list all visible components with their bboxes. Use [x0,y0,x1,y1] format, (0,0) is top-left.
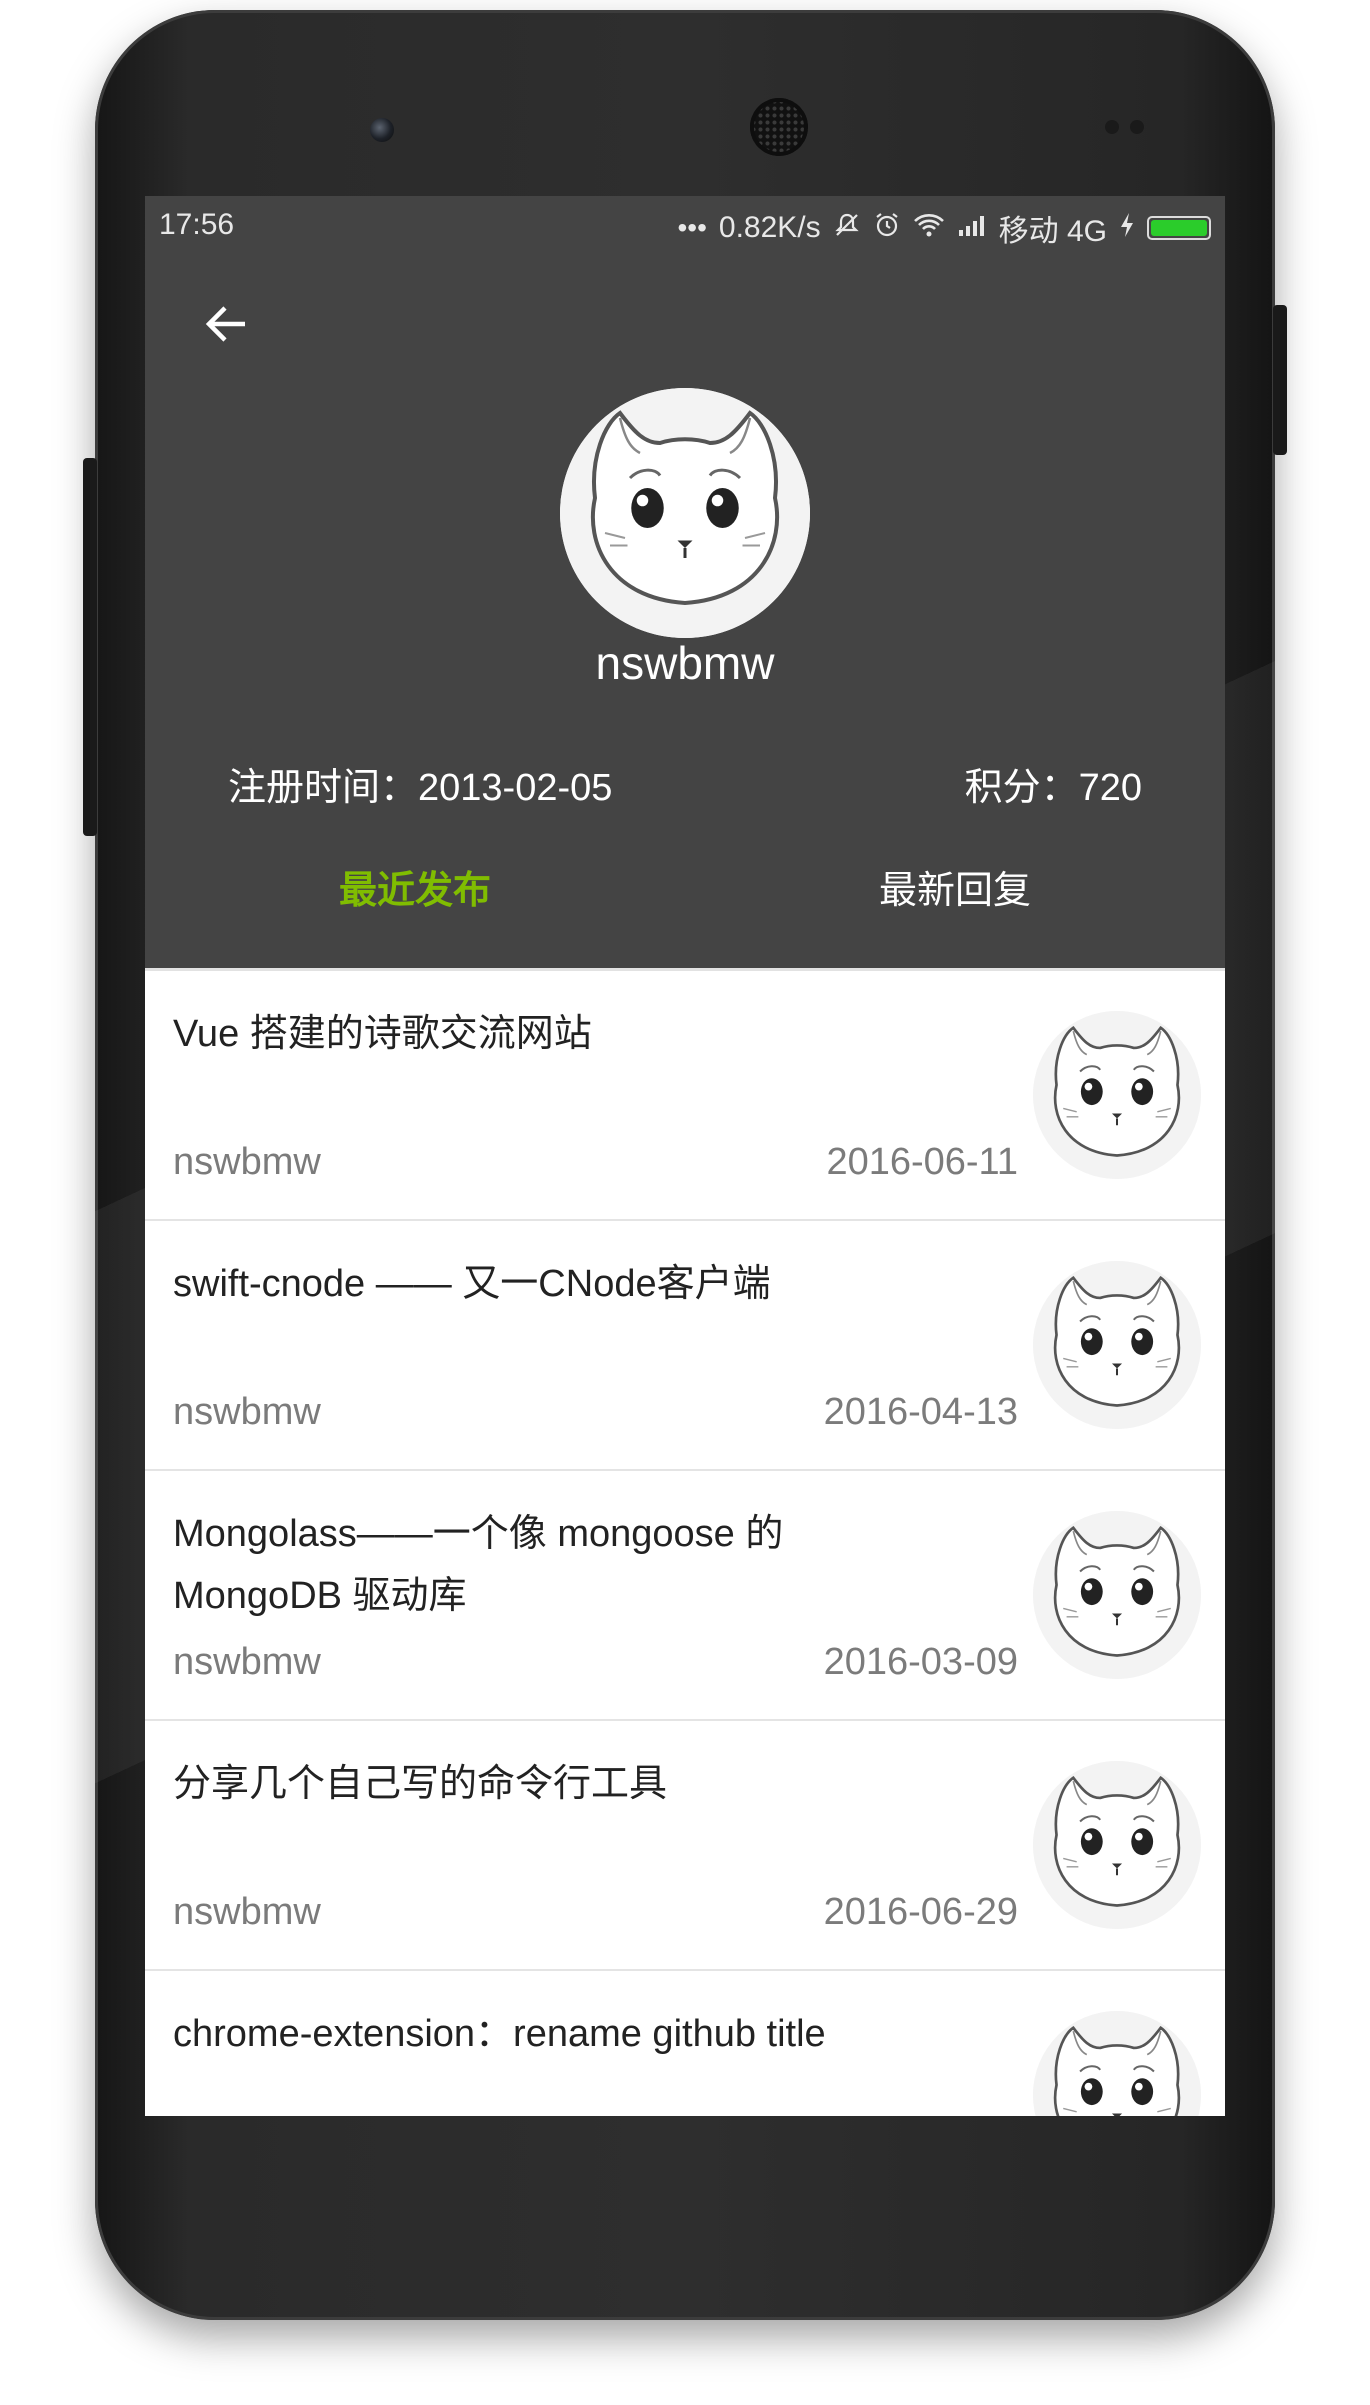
topic-date: 2016-06-11 [826,1141,1018,1183]
profile-username: nswbmw [595,637,775,689]
register-info: 注册时间：2013-02-05 [228,756,612,811]
topic-title: 分享几个自己写的命令行工具 [173,1763,668,1805]
arrow-left-icon [205,306,245,342]
topic-author: nswbmw [173,1141,321,1183]
network-speed: 0.82K/s [718,211,821,244]
dots-icon: ••• [677,212,707,243]
list-item[interactable]: 分享几个自己写的命令行工具 nswbmw 2016-06-29 [145,1721,1225,1971]
user-avatar [560,388,810,638]
status-time: 17:56 [159,208,235,241]
list-item[interactable]: chrome-extension：rename github title nsw… [145,1971,1225,2116]
list-item[interactable]: Mongolass——一个像 mongoose 的 MongoDB 驱动库 ns… [145,1471,1225,1721]
author-avatar [1033,2011,1201,2116]
app-screen: 17:56 ••• 0.82K/s 移动 4G nswbmw 注册时间：2013… [145,196,1225,2116]
signal-icon [957,212,987,244]
power-button [1273,305,1287,455]
author-avatar [1033,1511,1201,1679]
proximity-sensor [1105,120,1119,134]
status-icons: ••• 0.82K/s 移动 4G [677,206,1211,250]
mute-icon [833,211,861,246]
topic-title: Vue 搭建的诗歌交流网站 [173,1013,592,1055]
battery-icon [1147,216,1211,240]
register-label: 注册时间： [228,767,419,809]
topic-date: 2016-06-29 [823,1891,1018,1933]
topic-list: Vue 搭建的诗歌交流网站 nswbmw 2016-06-11 swift-cn… [145,971,1225,2116]
wifi-icon [913,212,945,245]
topic-title: swift-cnode —— 又一CNode客户端 [173,1263,771,1305]
status-bar: 17:56 ••• 0.82K/s 移动 4G [145,196,1225,254]
carrier-label: 移动 4G [998,215,1107,248]
earpiece-speaker [750,98,808,156]
score-info: 积分：720 [965,756,1142,811]
score-value: 720 [1078,767,1142,809]
topic-title: Mongolass——一个像 mongoose 的 MongoDB 驱动库 [173,1513,784,1617]
charge-icon [1119,211,1135,246]
alarm-icon [873,211,901,246]
topic-author: nswbmw [173,1891,321,1933]
score-label: 积分： [964,767,1079,809]
back-button[interactable] [185,284,265,364]
list-item[interactable]: Vue 搭建的诗歌交流网站 nswbmw 2016-06-11 [145,971,1225,1221]
topic-author: nswbmw [173,1641,321,1683]
light-sensor [1130,120,1144,134]
author-avatar [1033,1761,1201,1929]
tab-recent-replies[interactable]: 最新回复 [685,836,1225,936]
topic-date: 2016-03-09 [823,1641,1018,1683]
author-avatar [1033,1011,1201,1179]
author-avatar [1033,1261,1201,1429]
volume-button [83,458,97,836]
register-date: 2013-02-05 [418,767,613,809]
topic-tabs: 最近发布 最新回复 [145,836,1225,936]
topic-author: nswbmw [173,1391,321,1433]
tab-recent-topics[interactable]: 最近发布 [145,836,685,936]
profile-header: 17:56 ••• 0.82K/s 移动 4G nswbmw 注册时间：2013… [145,196,1225,971]
topic-date: 2016-04-13 [823,1391,1018,1433]
list-item[interactable]: swift-cnode —— 又一CNode客户端 nswbmw 2016-04… [145,1221,1225,1471]
front-camera [370,118,394,142]
topic-title: chrome-extension：rename github title [173,2013,826,2055]
